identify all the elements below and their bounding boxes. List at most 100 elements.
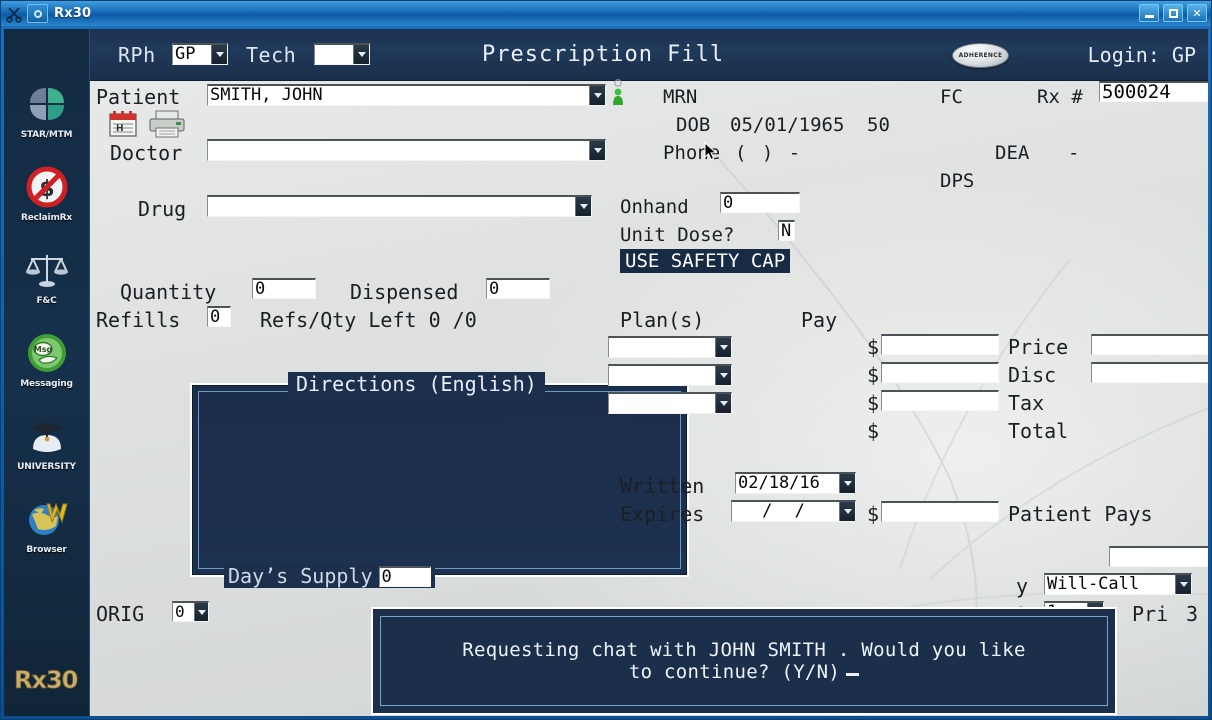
- sidebar-item-star-mtm[interactable]: STAR/MTM: [5, 81, 89, 140]
- mrn-label: MRN: [663, 86, 698, 108]
- drug-select-value: [208, 197, 575, 216]
- written-date-select[interactable]: 02/18/16: [735, 472, 856, 494]
- disc-field[interactable]: [1091, 362, 1208, 383]
- dispensed-label: Dispensed: [350, 280, 459, 304]
- sidebar-item-browser[interactable]: Browser: [5, 496, 89, 555]
- scales-icon: [24, 247, 70, 293]
- unit-dose-field[interactable]: N: [778, 220, 795, 241]
- written-date-value: 02/18/16: [738, 474, 820, 493]
- chevron-down-icon: [839, 502, 855, 521]
- plans-label: Plan(s): [620, 308, 705, 332]
- days-supply-field[interactable]: 0: [378, 565, 431, 587]
- quantity-field[interactable]: 0: [252, 278, 316, 299]
- dispensed-field[interactable]: 0: [486, 278, 550, 299]
- person-chat-icon[interactable]: [610, 79, 626, 109]
- chevron-down-icon: [575, 197, 591, 216]
- dea-label: DEA: [995, 142, 1030, 164]
- patient-label: Patient: [96, 85, 181, 109]
- pay-field-2[interactable]: [881, 362, 999, 383]
- days-supply-label: Day’s Supply: [228, 564, 373, 588]
- plan-select-1-value: [609, 338, 715, 357]
- expires-date-select[interactable]: / /: [731, 500, 856, 522]
- doctor-select[interactable]: [207, 139, 606, 161]
- chevron-down-icon: [715, 394, 731, 413]
- rph-select[interactable]: GP: [172, 43, 228, 65]
- written-label: Written: [620, 474, 705, 498]
- sidebar-item-reclaim-rx[interactable]: $ ReclaimRx: [5, 164, 89, 223]
- svg-text:Rx30: Rx30: [14, 666, 78, 694]
- document-icon: [27, 4, 48, 23]
- orig-select[interactable]: 0: [172, 601, 209, 622]
- rx30-logo: Rx30: [12, 664, 82, 695]
- rx-number-label: Rx #: [1037, 86, 1083, 108]
- sidebar-item-label: UNIVERSITY: [17, 462, 76, 472]
- total-label: Total: [1008, 419, 1069, 443]
- star-mtm-icon: [24, 81, 70, 127]
- patient-age-value: 50: [867, 114, 890, 136]
- chevron-down-icon: [715, 338, 731, 357]
- title-bar: Rx30 ✕: [1, 1, 1211, 26]
- drug-label: Drug: [138, 197, 187, 221]
- main-content: RPh GP Tech Prescription Fill ADHERENCE …: [90, 29, 1208, 716]
- dps-label: DPS: [940, 170, 975, 192]
- note-field[interactable]: [1109, 546, 1208, 567]
- delivery-select-value: Will-Call: [1047, 575, 1140, 594]
- doctor-select-value: [208, 141, 589, 160]
- plan-select-3[interactable]: [608, 392, 732, 414]
- plan-select-2[interactable]: [608, 364, 732, 386]
- calendar-icon[interactable]: H: [108, 109, 138, 143]
- chat-dialog-line-2-wrap: to continue? (Y/N): [628, 661, 860, 683]
- sidebar-item-label: Messaging: [20, 379, 73, 389]
- quantity-label: Quantity: [120, 280, 217, 304]
- rph-label: RPh: [118, 42, 156, 67]
- svg-text:H: H: [116, 124, 124, 134]
- sidebar-item-university[interactable]: UNIVERSITY: [5, 413, 89, 472]
- patient-pays-dollar: $: [867, 502, 880, 526]
- patient-select[interactable]: SMITH, JOHN: [207, 84, 606, 106]
- window-title: Rx30: [54, 6, 92, 21]
- close-button[interactable]: ✕: [1187, 4, 1207, 22]
- price-field[interactable]: [1091, 334, 1208, 355]
- price-label: Price: [1008, 335, 1069, 359]
- plan-select-3-value: [609, 394, 715, 413]
- doctor-label: Doctor: [110, 141, 183, 165]
- globe-icon: [24, 496, 70, 542]
- safety-cap-text: USE SAFETY CAP: [625, 250, 786, 272]
- chevron-down-icon: [194, 603, 208, 621]
- maximize-button[interactable]: [1163, 4, 1183, 22]
- sidebar-item-fc[interactable]: F&C: [5, 247, 89, 306]
- minimize-button[interactable]: [1139, 4, 1159, 22]
- onhand-field[interactable]: 0: [720, 192, 800, 213]
- sidebar: STAR/MTM $ ReclaimRx: [4, 29, 90, 716]
- pay-field-3[interactable]: [881, 390, 999, 411]
- patient-select-value: SMITH, JOHN: [210, 86, 323, 105]
- refills-field[interactable]: 0: [207, 306, 231, 327]
- rx-number-field[interactable]: 500024: [1099, 81, 1208, 102]
- adherence-badge[interactable]: ADHERENCE: [952, 43, 1009, 68]
- pay-dollar-1: $: [867, 335, 880, 359]
- adherence-badge-label: ADHERENCE: [958, 52, 1003, 59]
- printer-icon[interactable]: [148, 109, 186, 143]
- plan-select-1[interactable]: [608, 336, 732, 358]
- patient-pays-field[interactable]: [881, 501, 999, 522]
- directions-textarea[interactable]: [206, 407, 673, 549]
- chat-request-dialog[interactable]: Requesting chat with JOHN SMITH . Would …: [371, 607, 1117, 715]
- chevron-down-icon: [1175, 575, 1191, 594]
- pay-dollar-3: $: [867, 391, 880, 415]
- chat-dialog-line-2: to continue? (Y/N): [628, 661, 841, 683]
- sidebar-item-label: Browser: [26, 545, 67, 555]
- dob-label: DOB: [676, 114, 711, 136]
- days-supply-group: Day’s Supply 0: [224, 564, 435, 588]
- header-band: RPh GP Tech Prescription Fill ADHERENCE …: [90, 29, 1208, 81]
- fc-label: FC: [940, 86, 963, 108]
- sidebar-item-messaging[interactable]: Msg Messaging: [5, 330, 89, 389]
- tech-select[interactable]: [314, 43, 370, 65]
- delivery-select[interactable]: Will-Call: [1044, 573, 1192, 595]
- drug-select[interactable]: [207, 195, 592, 217]
- pay-label: Pay: [801, 308, 838, 332]
- pay-dollar-2: $: [867, 363, 880, 387]
- expires-label: Expires: [620, 502, 705, 526]
- sidebar-item-label: ReclaimRx: [21, 213, 72, 223]
- delivery-label: y: [1016, 574, 1029, 598]
- pay-field-1[interactable]: [881, 334, 999, 355]
